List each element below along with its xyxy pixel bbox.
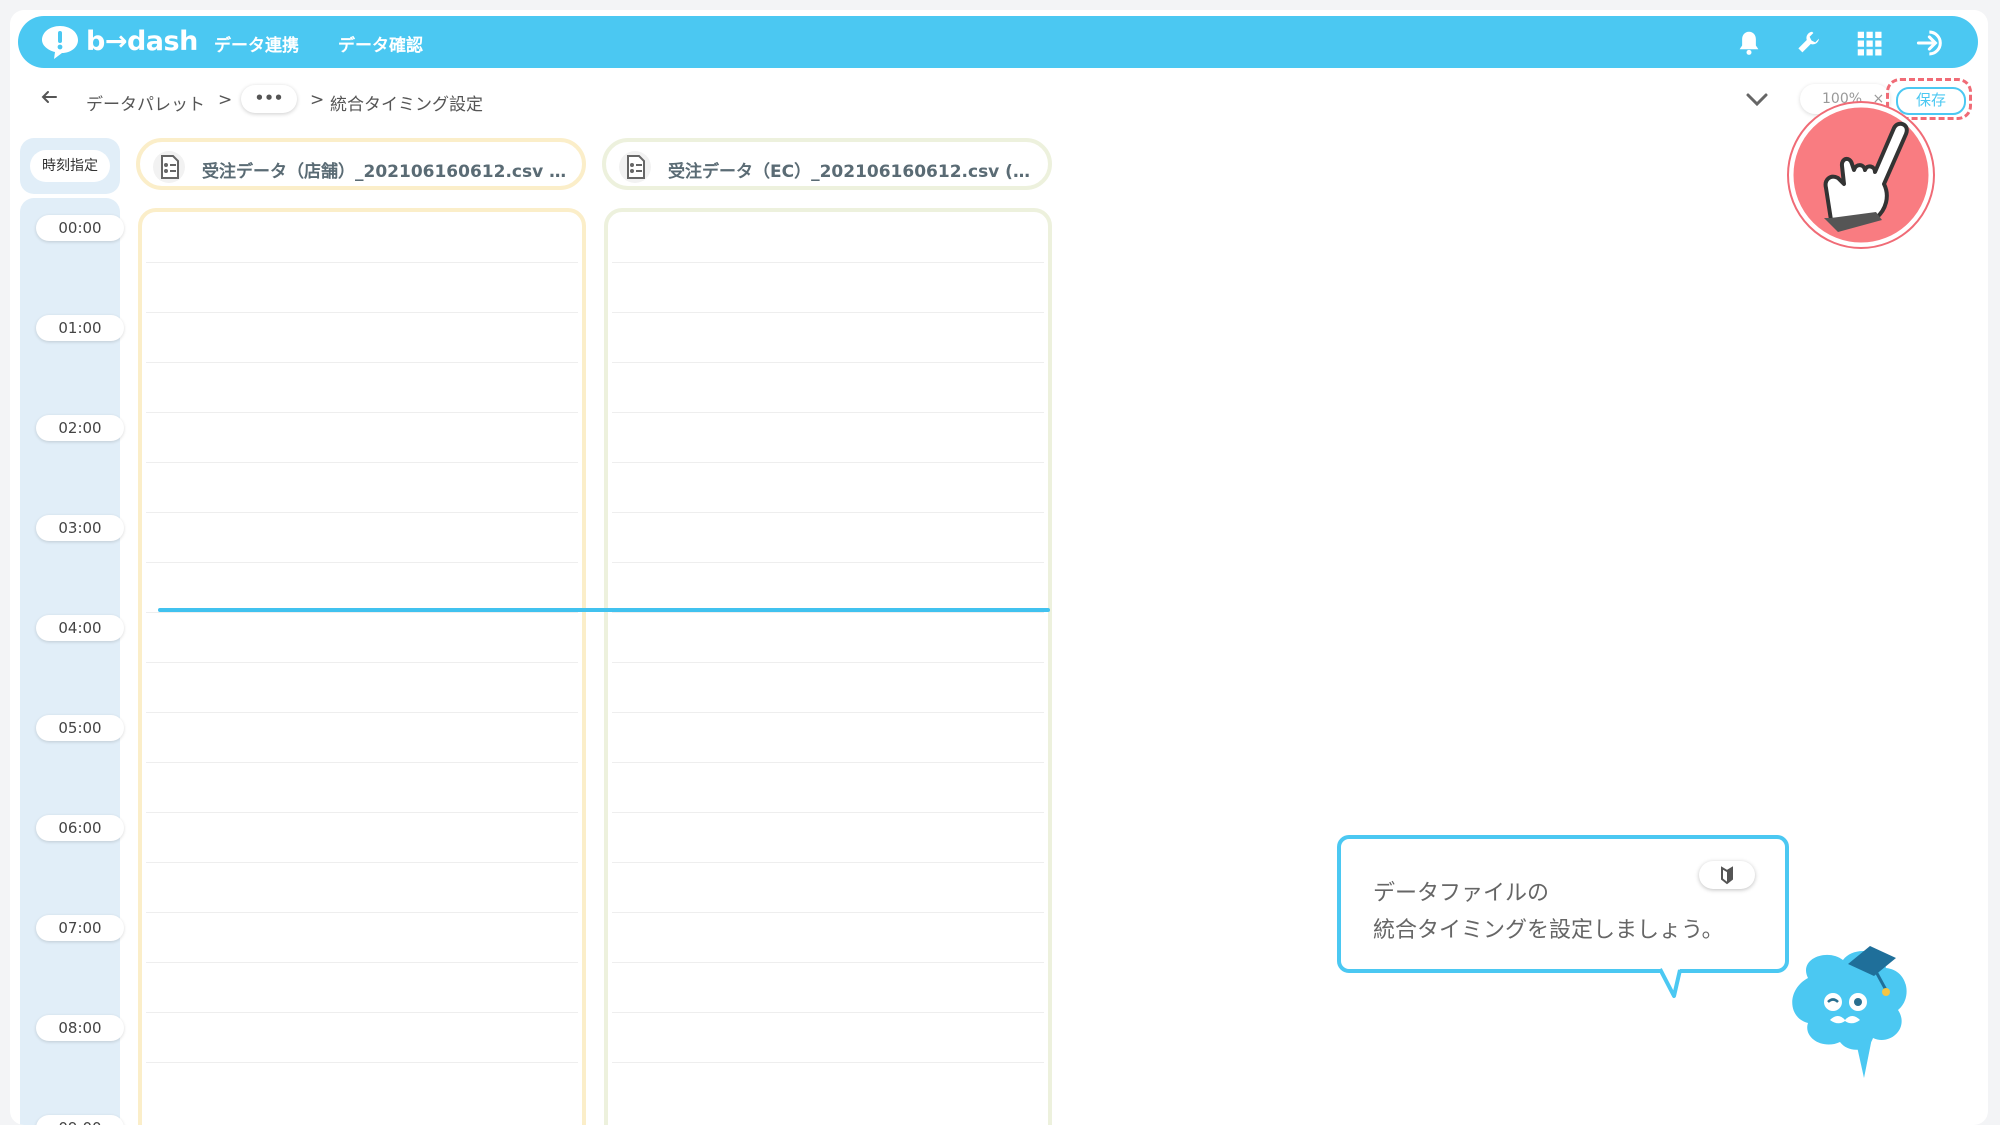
time-column: 00:00 01:00 02:00 03:00 04:00 05:00 06:0… (20, 198, 124, 1125)
grid-line (146, 512, 578, 513)
beginner-mark-icon (1721, 866, 1733, 885)
nav-data-check[interactable]: データ確認 (338, 31, 423, 56)
grid-line (146, 812, 578, 813)
grid-line (612, 712, 1044, 713)
grid-line (146, 912, 578, 913)
time-label: 07:00 (36, 915, 124, 941)
grid-line (146, 712, 578, 713)
file-lane-store[interactable] (138, 208, 586, 1125)
tooltip-text: データファイルの 統合タイミングを設定しましょう。 (1373, 875, 1724, 949)
grid-line (146, 662, 578, 663)
grid-line (612, 262, 1044, 263)
grid-line (612, 812, 1044, 813)
breadcrumb-separator: > (310, 90, 325, 110)
grid-line (146, 1012, 578, 1013)
time-label: 00:00 (36, 215, 124, 241)
grid-line (612, 662, 1044, 663)
file-title: 受注データ（店舗）_202106160612.csv … (202, 162, 567, 182)
tooltip-line: データファイルの (1373, 881, 1550, 906)
beginner-badge[interactable] (1699, 861, 1755, 889)
app-window: b→dash データ連携 データ確認 データパレット > ••• > 統合タイミ… (10, 10, 1988, 1125)
grid-icon[interactable] (1854, 28, 1884, 58)
grid-line (146, 362, 578, 363)
grid-line (146, 1062, 578, 1063)
guide-tooltip: データファイルの 統合タイミングを設定しましょう。 (1337, 835, 1789, 973)
grid-line (146, 862, 578, 863)
time-label: 09:00 (36, 1115, 124, 1125)
breadcrumb-separator: > (218, 90, 233, 110)
time-label: 01:00 (36, 315, 124, 341)
time-column-header: 時刻指定 (20, 138, 120, 194)
grid-line (146, 762, 578, 763)
breadcrumb-data-palette[interactable]: データパレット (86, 90, 205, 115)
nav-data-integration[interactable]: データ連携 (214, 31, 299, 56)
breadcrumb-bar: データパレット > ••• > 統合タイミング設定 100% × 保存 (10, 72, 1988, 126)
brand-name: b→dash (86, 26, 198, 57)
pointing-hand-icon (1787, 101, 1935, 249)
grid-line (146, 412, 578, 413)
grid-line (612, 462, 1044, 463)
document-icon (619, 151, 651, 183)
grid-line (612, 512, 1044, 513)
back-arrow-icon[interactable] (40, 88, 58, 106)
grid-line (612, 1012, 1044, 1013)
tooltip-line: 統合タイミングを設定しましょう。 (1373, 918, 1724, 943)
grid-line (146, 262, 578, 263)
mascot-character-icon (1792, 946, 1907, 1078)
grid-line (612, 862, 1044, 863)
time-label: 02:00 (36, 415, 124, 441)
grid-line (612, 762, 1044, 763)
logo-bubble-icon (42, 26, 78, 59)
chevron-down-icon[interactable] (1745, 92, 1769, 108)
grid-line (146, 962, 578, 963)
time-label: 03:00 (36, 515, 124, 541)
bell-icon[interactable] (1734, 28, 1764, 58)
grid-line (612, 1062, 1044, 1063)
breadcrumb-current: 統合タイミング設定 (330, 95, 483, 115)
breadcrumb-more-button[interactable]: ••• (241, 85, 297, 113)
grid-line (146, 612, 578, 613)
time-label: 05:00 (36, 715, 124, 741)
time-label: 04:00 (36, 615, 124, 641)
grid-line (146, 562, 578, 563)
time-label: 08:00 (36, 1015, 124, 1041)
document-icon (153, 151, 185, 183)
grid-line (612, 412, 1044, 413)
top-nav-bar: b→dash データ連携 データ確認 (18, 16, 1978, 68)
time-label: 06:00 (36, 815, 124, 841)
grid-line (146, 462, 578, 463)
file-header[interactable]: 受注データ（EC）_202106160612.csv (… (602, 138, 1052, 190)
grid-line (612, 612, 1044, 613)
current-time-line (158, 608, 1050, 612)
file-lane-ec[interactable] (604, 208, 1052, 1125)
file-header[interactable]: 受注データ（店舗）_202106160612.csv … (136, 138, 586, 190)
grid-line (612, 562, 1044, 563)
time-specify-button[interactable]: 時刻指定 (30, 150, 110, 182)
grid-line (146, 312, 578, 313)
wrench-icon[interactable] (1794, 28, 1824, 58)
tooltip-tail (1660, 968, 1682, 998)
grid-line (612, 362, 1044, 363)
logout-icon[interactable] (1916, 28, 1950, 58)
grid-line (612, 962, 1044, 963)
grid-line (612, 312, 1044, 313)
brand-logo[interactable]: b→dash (40, 24, 198, 60)
grid-line (612, 912, 1044, 913)
file-title: 受注データ（EC）_202106160612.csv (… (668, 162, 1030, 182)
